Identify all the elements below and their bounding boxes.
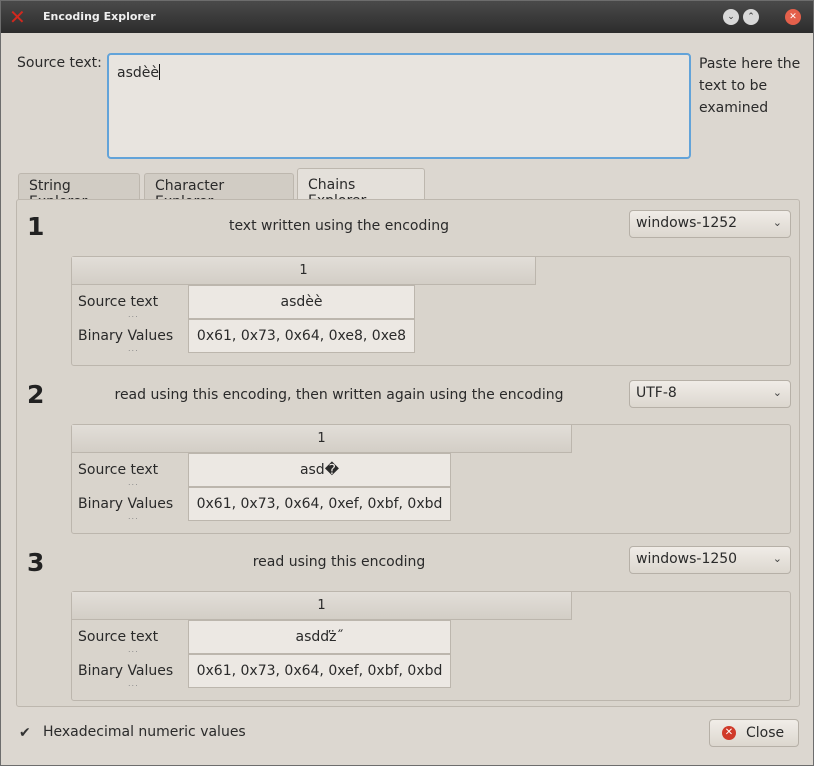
column-header[interactable]: 1	[72, 592, 572, 620]
tab-chains-explorer[interactable]: Chains Explorer	[297, 168, 425, 209]
hex-values-label: Hexadecimal numeric values	[43, 724, 246, 740]
source-text-label: Source text:	[17, 55, 102, 71]
title-bar: ✕ Encoding Explorer ⌄ ⌃ ✕	[1, 1, 813, 33]
source-hint: Paste here the text to be examined	[699, 56, 801, 116]
window-title: Encoding Explorer	[43, 10, 156, 23]
close-button[interactable]: ✕ Close	[709, 719, 799, 747]
encoding-explorer-window: ✕ Encoding Explorer ⌄ ⌃ ✕ Source text: a…	[0, 0, 814, 766]
step-1-encoding-value: windows-1252	[636, 215, 738, 231]
source-text-value: asdèè	[117, 65, 159, 81]
chevron-down-icon: ⌄	[772, 386, 782, 399]
step-1-description: text written using the encoding	[228, 218, 450, 234]
row-header-source-text: Source text	[78, 629, 159, 645]
tab-character-explorer[interactable]: Character Explorer	[144, 173, 294, 210]
close-icon[interactable]: ✕	[785, 9, 801, 25]
row-header-dots: ...	[128, 512, 139, 521]
step-2-table: 1 Source text ... asd� Binary Values ...…	[71, 424, 791, 534]
step-2-encoding-select[interactable]: UTF-8 ⌄	[629, 380, 791, 408]
cell-binary-values[interactable]: 0x61, 0x73, 0x64, 0xef, 0xbf, 0xbd	[188, 654, 451, 688]
cell-source-text[interactable]: asd�	[188, 453, 451, 487]
step-3-description: read using this encoding	[252, 554, 426, 570]
step-3-encoding-select[interactable]: windows-1250 ⌄	[629, 546, 791, 574]
row-header-source-text: Source text	[78, 294, 159, 310]
step-2-description: read using this encoding, then written a…	[114, 387, 564, 403]
cell-source-text[interactable]: asdèè	[188, 285, 415, 319]
cell-binary-values[interactable]: 0x61, 0x73, 0x64, 0xef, 0xbf, 0xbd	[188, 487, 451, 521]
row-header-binary-values: Binary Values	[78, 328, 174, 344]
row-header-dots: ...	[128, 478, 139, 487]
text-caret	[159, 64, 160, 80]
column-header[interactable]: 1	[72, 425, 572, 453]
step-1-table: 1 Source text ... asdèè Binary Values ..…	[71, 256, 791, 366]
close-button-label: Close	[746, 725, 785, 741]
maximize-icon[interactable]: ⌃	[743, 9, 759, 25]
row-header-binary-values: Binary Values	[78, 496, 174, 512]
source-text-input[interactable]: asdèè	[107, 53, 691, 159]
step-3-encoding-value: windows-1250	[636, 551, 738, 567]
row-header-dots: ...	[128, 645, 139, 654]
x-app-icon: ✕	[9, 5, 26, 29]
cell-binary-values[interactable]: 0x61, 0x73, 0x64, 0xe8, 0xe8	[188, 319, 415, 353]
tab-string-explorer[interactable]: String Explorer	[18, 173, 140, 210]
step-3-table: 1 Source text ... asdďż˝ Binary Values .…	[71, 591, 791, 701]
hex-values-checkbox[interactable]: ✔	[19, 726, 33, 740]
chevron-down-icon: ⌄	[772, 552, 782, 565]
chevron-down-icon: ⌄	[772, 216, 782, 229]
cell-source-text[interactable]: asdďż˝	[188, 620, 451, 654]
step-1-encoding-select[interactable]: windows-1252 ⌄	[629, 210, 791, 238]
step-2-encoding-value: UTF-8	[636, 385, 677, 401]
row-header-binary-values: Binary Values	[78, 663, 174, 679]
row-header-source-text: Source text	[78, 462, 159, 478]
row-header-dots: ...	[128, 310, 139, 319]
close-circle-icon: ✕	[722, 726, 736, 740]
row-header-dots: ...	[128, 679, 139, 688]
column-header[interactable]: 1	[72, 257, 536, 285]
minimize-icon[interactable]: ⌄	[723, 9, 739, 25]
row-header-dots: ...	[128, 344, 139, 353]
chains-explorer-panel: 1 text written using the encoding window…	[16, 199, 800, 707]
